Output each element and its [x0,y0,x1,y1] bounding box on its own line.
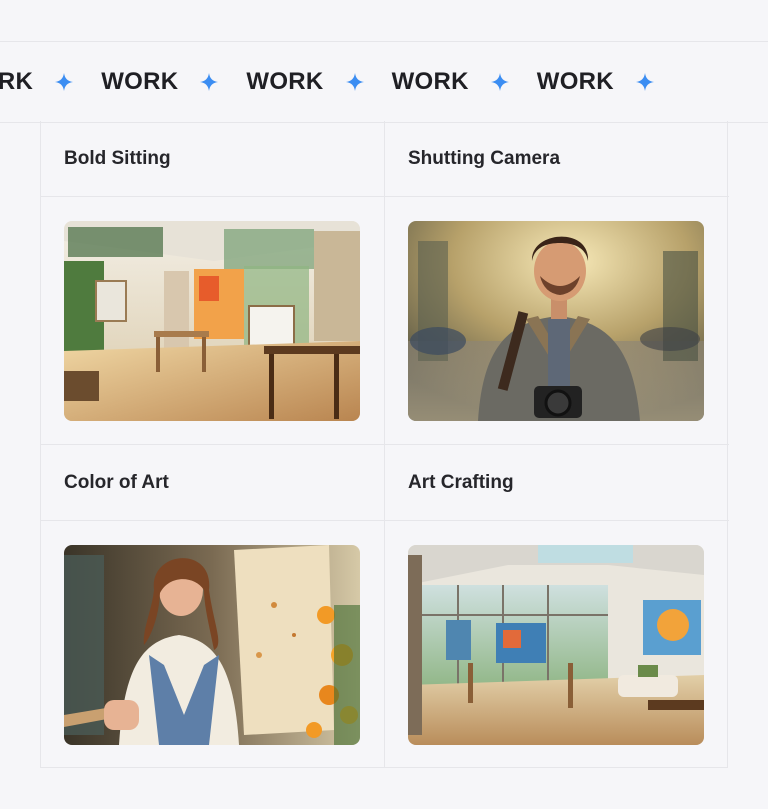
sparkle-icon [490,73,509,91]
sparkle-icon [345,73,364,91]
photographer-portrait-photo[interactable] [408,221,704,421]
art-studio-photo[interactable] [64,221,360,421]
marquee-word: WORK [391,68,469,95]
marquee-word: WORK [246,68,324,95]
gallery-item-image-cell [41,521,385,768]
gallery-grid: Bold Sitting Shutting Camera Color of Ar… [40,121,729,768]
marquee-word: WORK [536,68,614,95]
gallery-item-image-cell [385,197,729,445]
gallery-item-title[interactable]: Art Crafting [385,445,729,521]
marquee-word: WORK [0,68,34,95]
gallery-item-image-cell [385,521,729,768]
sparkle-icon [200,73,219,91]
gallery-item-title[interactable]: Color of Art [41,445,385,521]
sparkle-icon [635,73,654,91]
marquee-track: WORK WORK WORK WORK WORK [0,42,682,122]
marquee-word: WORK [101,68,179,95]
painter-woman-photo[interactable] [64,545,360,745]
gallery-item-title[interactable]: Bold Sitting [41,121,385,197]
marquee-banner: WORK WORK WORK WORK WORK [0,41,768,123]
bright-studio-photo[interactable] [408,545,704,745]
gallery-item-image-cell [41,197,385,445]
gallery-item-title[interactable]: Shutting Camera [385,121,729,197]
sparkle-icon [55,73,74,91]
